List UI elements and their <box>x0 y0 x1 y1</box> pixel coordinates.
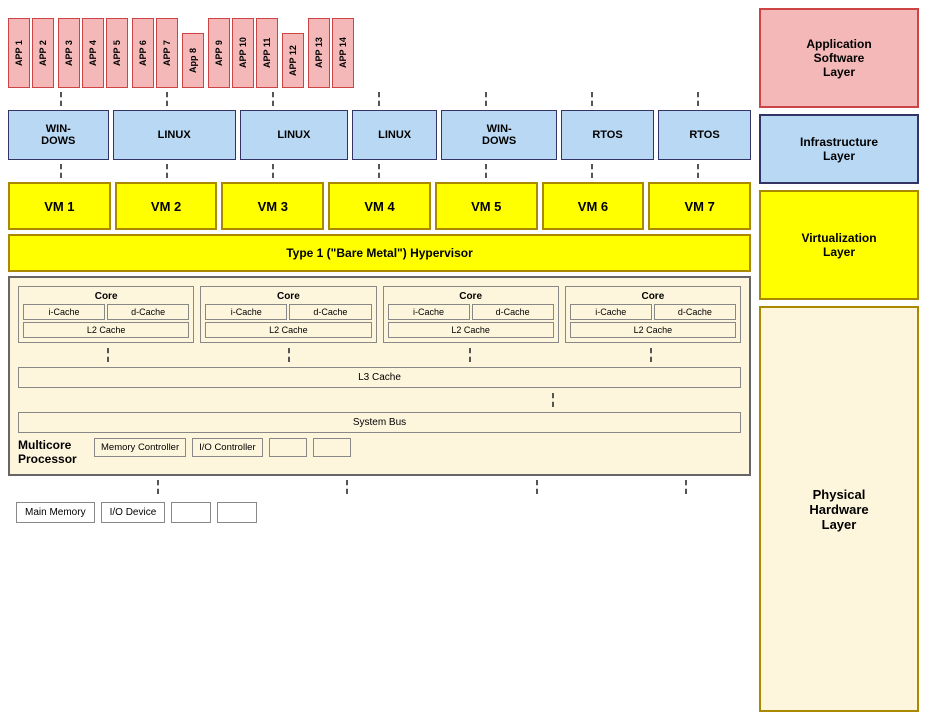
app-software-row: APP 1 APP 2 APP 3 APP 4 APP 5 APP 6 APP … <box>8 8 751 88</box>
hypervisor-label: Type 1 ("Bare Metal") Hypervisor <box>286 246 473 260</box>
core-4-label: Core <box>570 291 736 302</box>
core-1-label: Core <box>23 291 189 302</box>
left-panel: APP 1 APP 2 APP 3 APP 4 APP 5 APP 6 APP … <box>8 8 751 712</box>
os-linux-2: LINUX <box>240 110 348 160</box>
l2-3: L2 Cache <box>388 322 554 338</box>
sysbus-label: System Bus <box>353 417 406 428</box>
vm-2: VM 2 <box>115 182 218 230</box>
core-1: Core i-Cache d-Cache L2 Cache <box>18 286 194 343</box>
os-rtos-2: RTOS <box>658 110 751 160</box>
extra-ctrl-1 <box>269 438 307 457</box>
os-windows-2: WIN-DOWS <box>441 110 557 160</box>
vm-5: VM 5 <box>435 182 538 230</box>
app-box: APP 12 <box>282 33 304 88</box>
app-box: APP 10 <box>232 18 254 88</box>
dcache-3: d-Cache <box>472 304 554 320</box>
dcache-2: d-Cache <box>289 304 371 320</box>
app-box: App 8 <box>182 33 204 88</box>
vm-3: VM 3 <box>221 182 324 230</box>
hw-controllers: Memory Controller I/O Controller <box>94 438 741 457</box>
l3-cache: L3 Cache <box>18 367 741 388</box>
app-box: APP 7 <box>156 18 178 88</box>
core-4-caches: i-Cache d-Cache <box>570 304 736 320</box>
connector-l3-sysbus <box>18 393 741 407</box>
app-group-1: APP 1 APP 2 <box>8 18 54 88</box>
memory-row: Main Memory I/O Device <box>16 498 751 527</box>
right-legend: ApplicationSoftwareLayer InfrastructureL… <box>759 8 919 712</box>
core-4: Core i-Cache d-Cache L2 Cache <box>565 286 741 343</box>
multicore-label: MulticoreProcessor <box>18 438 88 466</box>
l3-label: L3 Cache <box>358 372 401 383</box>
l2-1: L2 Cache <box>23 322 189 338</box>
l2-2: L2 Cache <box>205 322 371 338</box>
app-group-3: APP 6 APP 7 <box>132 18 178 88</box>
os-windows-1: WIN-DOWS <box>8 110 109 160</box>
extra-mem-2 <box>217 502 257 523</box>
app-group-2: APP 3 APP 4 APP 5 <box>58 18 128 88</box>
vm-row: VM 1 VM 2 VM 3 VM 4 VM 5 VM 6 VM 7 <box>8 182 751 230</box>
icache-2: i-Cache <box>205 304 287 320</box>
core-3-label: Core <box>388 291 554 302</box>
vm-4: VM 4 <box>328 182 431 230</box>
core-3: Core i-Cache d-Cache L2 Cache <box>383 286 559 343</box>
vm-1: VM 1 <box>8 182 111 230</box>
app-group-4: App 8 <box>182 33 204 88</box>
legend-app-layer: ApplicationSoftwareLayer <box>759 8 919 108</box>
hardware-block: Core i-Cache d-Cache L2 Cache Core i-Cac… <box>8 276 751 476</box>
app-box: APP 13 <box>308 18 330 88</box>
extra-mem-1 <box>171 502 211 523</box>
app-box: APP 6 <box>132 18 154 88</box>
app-box: APP 2 <box>32 18 54 88</box>
core-3-caches: i-Cache d-Cache <box>388 304 554 320</box>
app-box: APP 4 <box>82 18 104 88</box>
ctrl-row: Memory Controller I/O Controller <box>94 438 741 457</box>
core-2-label: Core <box>205 291 371 302</box>
connector-os-vm <box>8 164 751 178</box>
main-memory: Main Memory <box>16 502 95 523</box>
icache-3: i-Cache <box>388 304 470 320</box>
memory-ctrl-label: Memory Controller <box>101 442 179 453</box>
core-2: Core i-Cache d-Cache L2 Cache <box>200 286 376 343</box>
extra-ctrl-2 <box>313 438 351 457</box>
cores-row: Core i-Cache d-Cache L2 Cache Core i-Cac… <box>18 286 741 343</box>
vm-6: VM 6 <box>542 182 645 230</box>
io-device: I/O Device <box>101 502 166 523</box>
app-group-6: APP 12 <box>282 33 304 88</box>
l2-4: L2 Cache <box>570 322 736 338</box>
connector-cores-l3 <box>18 348 741 362</box>
app-group-7: APP 13 APP 14 <box>308 18 354 88</box>
os-linux-3: LINUX <box>352 110 437 160</box>
connector-app-os <box>8 92 751 106</box>
app-box: APP 9 <box>208 18 230 88</box>
main-container: APP 1 APP 2 APP 3 APP 4 APP 5 APP 6 APP … <box>0 0 927 720</box>
app-box: APP 5 <box>106 18 128 88</box>
icache-1: i-Cache <box>23 304 105 320</box>
os-linux-1: LINUX <box>113 110 236 160</box>
connector-hw-mem <box>93 480 751 494</box>
os-row: WIN-DOWS LINUX LINUX LINUX WIN-DOWS RTOS… <box>8 110 751 160</box>
core-1-caches: i-Cache d-Cache <box>23 304 189 320</box>
system-bus: System Bus <box>18 412 741 433</box>
io-device-label: I/O Device <box>110 507 157 518</box>
core-2-caches: i-Cache d-Cache <box>205 304 371 320</box>
hw-bottom-row: MulticoreProcessor Memory Controller I/O… <box>18 438 741 466</box>
app-box: APP 14 <box>332 18 354 88</box>
legend-infra-layer: InfrastructureLayer <box>759 114 919 184</box>
dcache-1: d-Cache <box>107 304 189 320</box>
os-rtos-1: RTOS <box>561 110 654 160</box>
icache-4: i-Cache <box>570 304 652 320</box>
legend-phys-layer: PhysicalHardwareLayer <box>759 306 919 712</box>
app-box: APP 3 <box>58 18 80 88</box>
app-group-5: APP 9 APP 10 APP 11 <box>208 18 278 88</box>
io-controller: I/O Controller <box>192 438 263 457</box>
app-box: APP 11 <box>256 18 278 88</box>
hypervisor: Type 1 ("Bare Metal") Hypervisor <box>8 234 751 272</box>
legend-virt-layer: VirtualizationLayer <box>759 190 919 300</box>
memory-controller: Memory Controller <box>94 438 186 457</box>
dcache-4: d-Cache <box>654 304 736 320</box>
vm-7: VM 7 <box>648 182 751 230</box>
main-memory-label: Main Memory <box>25 507 86 518</box>
app-box: APP 1 <box>8 18 30 88</box>
